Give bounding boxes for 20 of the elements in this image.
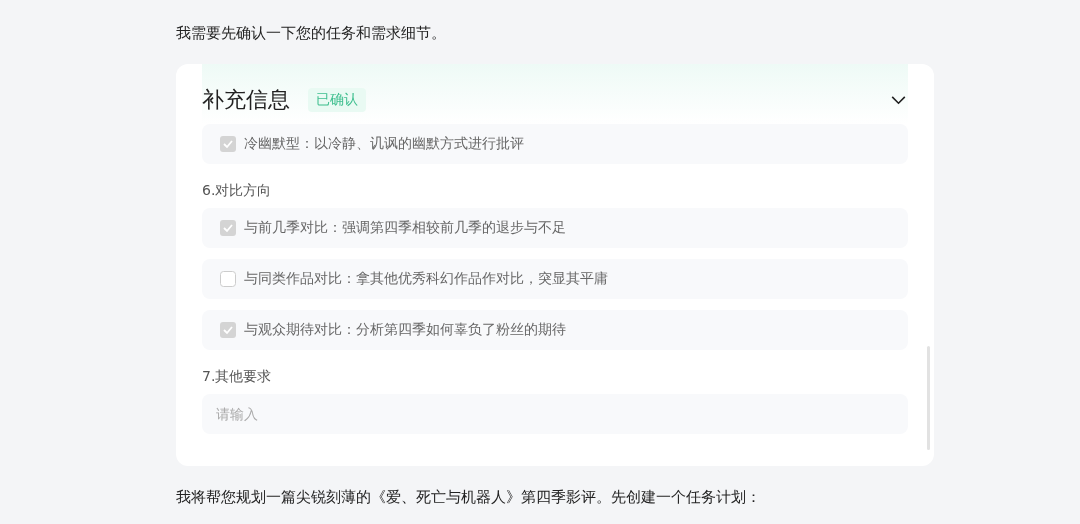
checkbox[interactable] bbox=[220, 136, 236, 152]
option-row[interactable]: 与同类作品对比：拿其他优秀科幻作品作对比，突显其平庸 bbox=[202, 259, 908, 299]
input-field[interactable]: 请输入 bbox=[202, 394, 908, 434]
option-row[interactable]: 与前几季对比：强调第四季相较前几季的退步与不足 bbox=[202, 208, 908, 248]
status-badge: 已确认 bbox=[308, 88, 366, 112]
checkbox[interactable] bbox=[220, 220, 236, 236]
checkbox[interactable] bbox=[220, 271, 236, 287]
option-row[interactable]: 冷幽默型：以冷静、讥讽的幽默方式进行批评 bbox=[202, 124, 908, 164]
option-label: 冷幽默型：以冷静、讥讽的幽默方式进行批评 bbox=[244, 135, 524, 153]
message-text: 我需要先确认一下您的任务和需求细节。 bbox=[176, 23, 447, 43]
card-title: 补充信息 bbox=[202, 86, 290, 114]
message-text: 我将帮您规划一篇尖锐刻薄的《爱、死亡与机器人》第四季影评。先创建一个任务计划： bbox=[176, 487, 762, 507]
option-row[interactable]: 与观众期待对比：分析第四季如何辜负了粉丝的期待 bbox=[202, 310, 908, 350]
chevron-down-icon[interactable] bbox=[891, 95, 906, 105]
option-label: 与观众期待对比：分析第四季如何辜负了粉丝的期待 bbox=[244, 321, 566, 339]
section-label: 7.其他要求 bbox=[202, 367, 273, 385]
option-label: 与前几季对比：强调第四季相较前几季的退步与不足 bbox=[244, 219, 566, 237]
checkbox[interactable] bbox=[220, 322, 236, 338]
option-label: 与同类作品对比：拿其他优秀科幻作品作对比，突显其平庸 bbox=[244, 270, 608, 288]
section-label: 6.对比方向 bbox=[202, 181, 273, 199]
